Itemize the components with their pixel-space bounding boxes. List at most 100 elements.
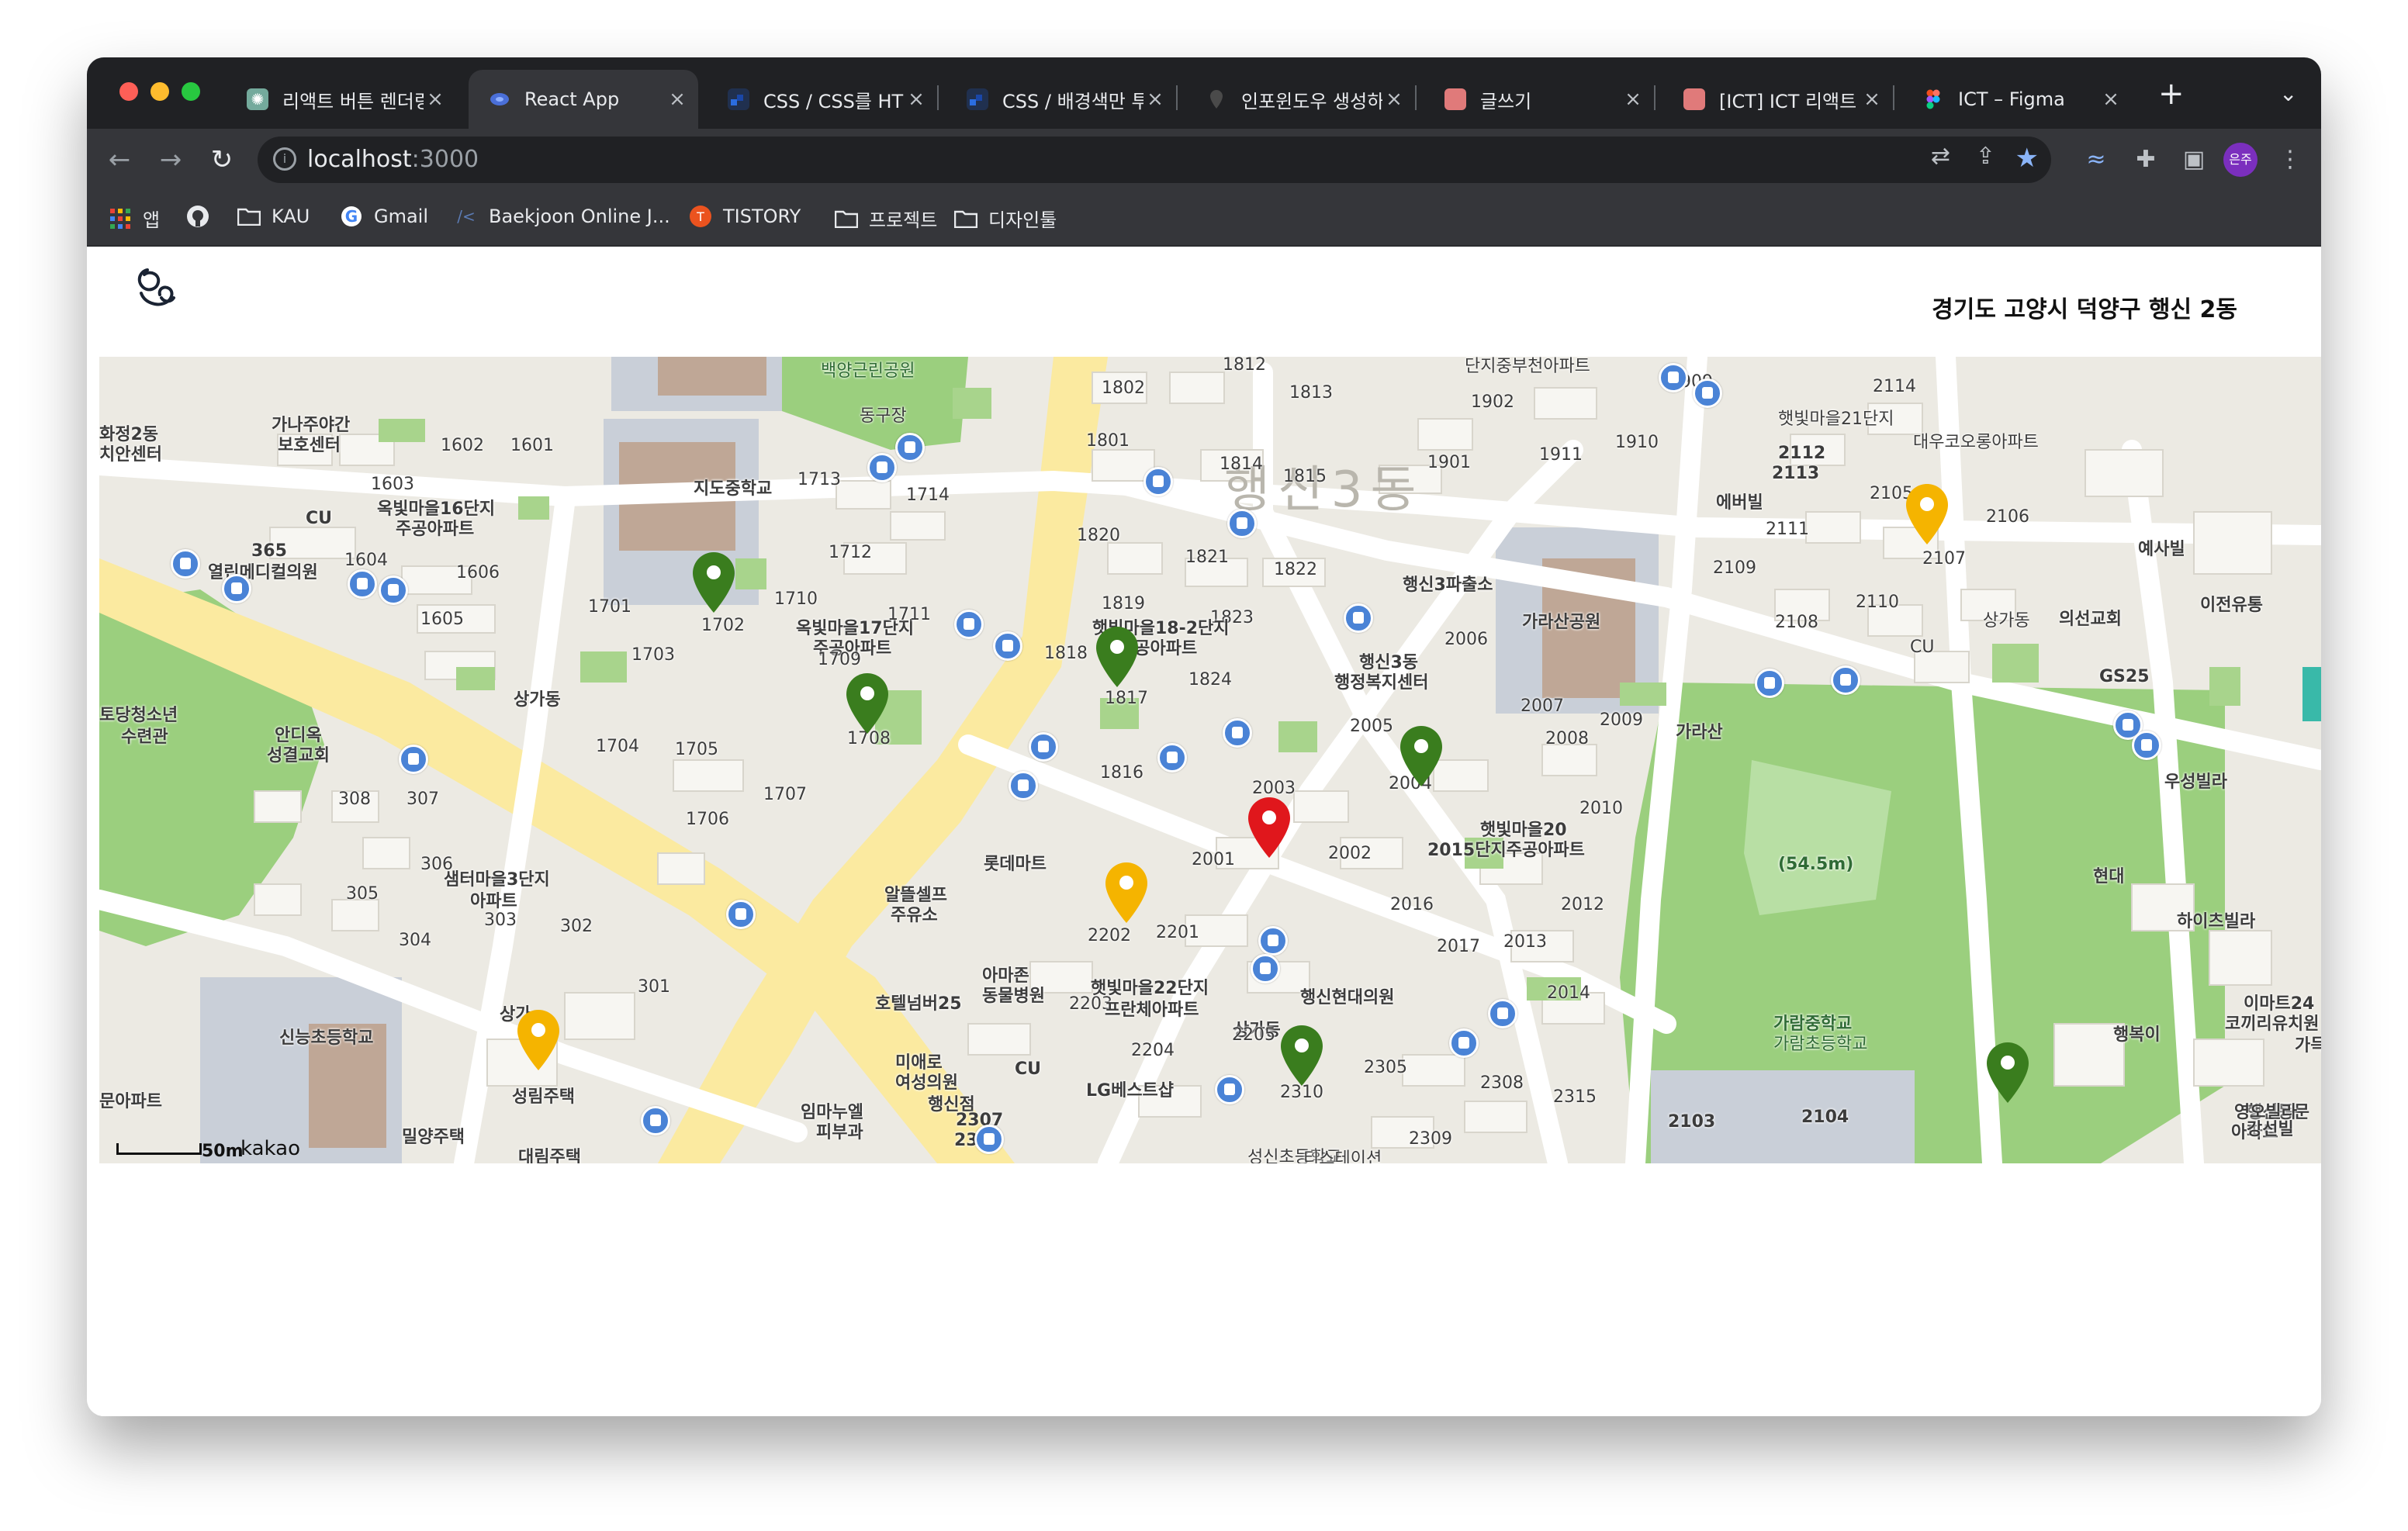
map-label: 1816 xyxy=(1100,763,1143,783)
bus-stop-icon[interactable] xyxy=(171,549,200,579)
close-tab-icon[interactable]: × xyxy=(1382,88,1406,111)
bus-stop-icon[interactable] xyxy=(1223,718,1252,748)
map-label: 수련관 xyxy=(121,727,168,747)
tab-react-app[interactable]: React App × xyxy=(469,70,698,129)
extension-wave-icon[interactable]: ≈ xyxy=(2079,143,2113,177)
bus-stop-icon[interactable] xyxy=(1831,665,1860,695)
map-label: 2014 xyxy=(1547,983,1590,1003)
close-tab-icon[interactable]: × xyxy=(1621,88,1645,111)
bookmark-star-icon[interactable]: ★ xyxy=(2015,143,2039,174)
close-tab-icon[interactable]: × xyxy=(424,88,447,111)
map-label: 행신현대의원 xyxy=(1300,988,1395,1007)
bus-stop-icon[interactable] xyxy=(1755,669,1784,698)
tab-figma[interactable]: ICT – Figma × xyxy=(1902,70,2132,129)
bus-stop-icon[interactable] xyxy=(1029,732,1058,762)
bookmark-tistory[interactable]: T TISTORY xyxy=(689,205,801,228)
url-port: :3000 xyxy=(411,146,479,173)
app-logo-icon[interactable] xyxy=(130,262,180,318)
bookmark-design-tools[interactable]: 디자인툴 xyxy=(954,205,1057,232)
sidebar-icon[interactable]: ▣ xyxy=(2177,143,2211,177)
green-marker-icon[interactable] xyxy=(844,672,891,735)
tab-write[interactable]: 글쓰기 × xyxy=(1424,70,1654,129)
bus-stop-icon[interactable] xyxy=(379,575,408,605)
red-marker-icon[interactable] xyxy=(1246,796,1292,859)
reload-icon[interactable]: ↻ xyxy=(205,143,239,177)
profile-avatar[interactable]: 은주 xyxy=(2223,143,2258,177)
bookmark-github[interactable] xyxy=(186,205,220,228)
bus-stop-icon[interactable] xyxy=(726,900,756,929)
bus-stop-icon[interactable] xyxy=(1693,378,1722,408)
map-label: 밀양주택 xyxy=(402,1128,465,1147)
bus-stop-icon[interactable] xyxy=(348,569,377,599)
bookmark-project[interactable]: 프로젝트 xyxy=(835,205,937,232)
tab-css-2[interactable]: CSS / 배경색만 투 × xyxy=(946,70,1176,129)
map-label: 1606 xyxy=(456,563,500,582)
more-menu-icon[interactable]: ⋮ xyxy=(2273,143,2307,177)
close-tab-icon[interactable]: × xyxy=(1143,88,1167,111)
tab-ict-react[interactable]: [ICT] ICT 리액트 × xyxy=(1663,70,1893,129)
map-label: 하이츠빌라 xyxy=(2177,912,2256,931)
forward-arrow-icon[interactable]: → xyxy=(154,143,188,177)
bus-stop-icon[interactable] xyxy=(993,631,1022,661)
site-info-icon[interactable]: i xyxy=(273,147,296,171)
green-marker-icon[interactable] xyxy=(1984,1041,2031,1104)
kakao-map[interactable]: 행신3동 백양근린공원 동구장 단지중부천아파트 화정2동 치안센터 가나주야간… xyxy=(99,357,2321,1163)
map-label: 2110 xyxy=(1856,593,1899,612)
share-icon[interactable]: ⇪ xyxy=(1976,143,1995,170)
bus-stop-icon[interactable] xyxy=(1009,771,1038,800)
puzzle-icon[interactable]: ✚ xyxy=(2129,143,2163,177)
bus-stop-icon[interactable] xyxy=(641,1106,670,1135)
maximize-window-button[interactable] xyxy=(182,82,200,101)
green-marker-icon[interactable] xyxy=(690,551,737,614)
bookmark-baekjoon[interactable]: /< Baekjoon Online J... xyxy=(455,205,669,228)
bus-stop-icon[interactable] xyxy=(1215,1075,1244,1104)
tab-css-1[interactable]: CSS / CSS를 HT × xyxy=(708,70,937,129)
bus-stop-icon[interactable] xyxy=(1449,1028,1479,1058)
map-label: 티스테이션 xyxy=(1303,1149,1382,1163)
tab-search-chevron-icon[interactable]: ⌄ xyxy=(2279,81,2297,106)
yellow-marker-icon[interactable] xyxy=(515,1008,562,1072)
bus-stop-icon[interactable] xyxy=(1143,467,1173,496)
map-label: 1712 xyxy=(829,543,872,562)
bus-stop-icon[interactable] xyxy=(399,745,428,774)
translate-icon[interactable]: ⇄ xyxy=(1931,143,1950,170)
close-tab-icon[interactable]: × xyxy=(905,88,928,111)
minimize-window-button[interactable] xyxy=(150,82,169,101)
close-window-button[interactable] xyxy=(119,82,138,101)
bus-stop-icon[interactable] xyxy=(867,453,897,482)
new-tab-button[interactable]: + xyxy=(2158,76,2185,112)
bus-stop-icon[interactable] xyxy=(1344,603,1373,633)
green-marker-icon[interactable] xyxy=(1094,625,1140,689)
bus-stop-icon[interactable] xyxy=(974,1125,1004,1154)
map-label: 행신3파출소 xyxy=(1403,575,1493,595)
bus-stop-icon[interactable] xyxy=(954,610,984,639)
bus-stop-icon[interactable] xyxy=(1157,743,1187,772)
address-bar[interactable]: i localhost:3000 ⇄ ⇪ ★ xyxy=(258,137,2051,183)
bus-stop-icon[interactable] xyxy=(1659,363,1688,392)
green-marker-icon[interactable] xyxy=(1278,1024,1325,1087)
bus-stop-icon[interactable] xyxy=(1258,926,1288,956)
yellow-marker-icon[interactable] xyxy=(1904,482,1950,546)
bus-stop-icon[interactable] xyxy=(895,433,925,462)
map-label: 1821 xyxy=(1185,548,1229,567)
bus-stop-icon[interactable] xyxy=(1251,954,1280,983)
green-marker-icon[interactable] xyxy=(1398,724,1444,788)
bus-stop-icon[interactable] xyxy=(1227,509,1257,538)
close-tab-icon[interactable]: × xyxy=(666,88,689,111)
tab-title: CSS / CSS를 HT xyxy=(763,90,904,112)
close-tab-icon[interactable]: × xyxy=(1860,88,1884,111)
bus-stop-icon[interactable] xyxy=(2132,731,2161,760)
tab-chatgpt[interactable]: ✺ 리액트 버튼 렌더링 × xyxy=(227,70,456,129)
bookmark-apps[interactable]: 앱 xyxy=(109,205,160,232)
yellow-marker-icon[interactable] xyxy=(1103,861,1150,924)
bus-stop-icon[interactable] xyxy=(1488,999,1517,1028)
close-tab-icon[interactable]: × xyxy=(2099,88,2123,111)
tab-infowindow[interactable]: 인포윈도우 생성하 × xyxy=(1185,70,1415,129)
bus-stop-icon[interactable] xyxy=(222,574,251,603)
back-arrow-icon[interactable]: ← xyxy=(102,143,137,177)
kakao-attribution[interactable]: kakao xyxy=(240,1137,300,1160)
bookmark-kau[interactable]: KAU xyxy=(237,205,310,228)
svg-text:G: G xyxy=(345,207,358,226)
bookmark-gmail[interactable]: G Gmail xyxy=(340,205,428,228)
map-label: 1902 xyxy=(1471,392,1514,412)
